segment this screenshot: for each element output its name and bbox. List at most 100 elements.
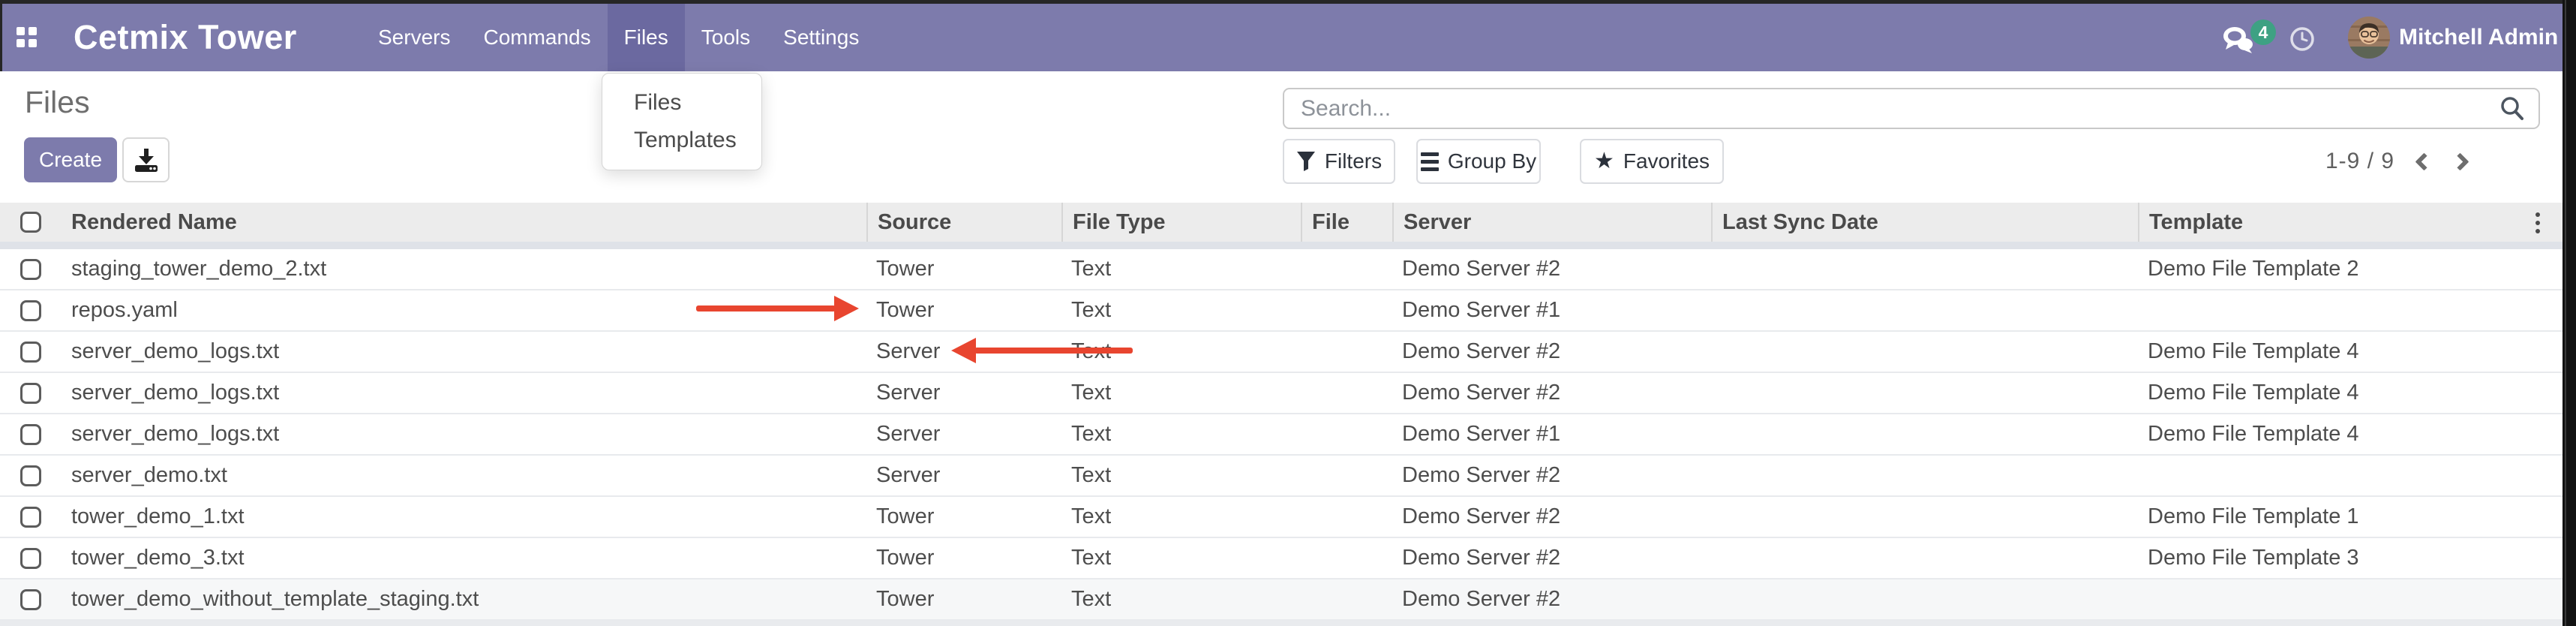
pager: 1-9 / 9	[2325, 139, 2480, 184]
cell-source: Server	[866, 373, 1061, 413]
brand-title: Cetmix Tower	[74, 4, 297, 71]
apps-grid-square	[17, 39, 25, 47]
row-checkbox[interactable]	[20, 383, 41, 404]
table-header: Rendered Name Source File Type File Serv…	[0, 203, 2562, 242]
cell-file-type: Text	[1061, 373, 1301, 413]
cell-rendered-name: server_demo_logs.txt	[62, 414, 866, 454]
table-row[interactable]: server_demo_logs.txt Server Text Demo Se…	[0, 373, 2562, 414]
files-dropdown-menu: Files Templates	[602, 73, 762, 170]
cell-file-type: Text	[1061, 414, 1301, 454]
pager-previous-button[interactable]	[2394, 139, 2435, 184]
cell-file	[1301, 497, 1392, 537]
table-row[interactable]: server_demo_logs.txt Server Text Demo Se…	[0, 332, 2562, 373]
table-row[interactable]: repos.yaml Tower Text Demo Server #1	[0, 290, 2562, 332]
cell-template: Demo File Template 3	[2138, 538, 2562, 578]
dropdown-item-templates[interactable]: Templates	[602, 122, 761, 159]
pager-next-button[interactable]	[2439, 139, 2480, 184]
cell-last-sync-date	[1711, 373, 2138, 413]
download-icon	[133, 146, 160, 173]
column-header-file[interactable]: File	[1301, 203, 1392, 242]
cell-last-sync-date	[1711, 538, 2138, 578]
user-name[interactable]: Mitchell Admin	[2399, 4, 2558, 71]
cell-template	[2138, 290, 2562, 330]
cell-last-sync-date	[1711, 249, 2138, 289]
row-checkbox[interactable]	[20, 259, 41, 280]
menu-item-tools[interactable]: Tools	[685, 4, 767, 71]
window-left-edge	[0, 0, 2, 71]
cell-server: Demo Server #1	[1392, 414, 1711, 454]
table-row[interactable]: staging_tower_demo_2.txt Tower Text Demo…	[0, 249, 2562, 290]
cell-source: Server	[866, 414, 1061, 454]
table-row[interactable]: tower_demo_1.txt Tower Text Demo Server …	[0, 497, 2562, 538]
cell-template	[2138, 579, 2562, 619]
cell-file	[1301, 332, 1392, 372]
menu-item-commands[interactable]: Commands	[467, 4, 607, 71]
column-header-file-type[interactable]: File Type	[1061, 203, 1301, 242]
control-panel: Files Create Filters	[0, 71, 2562, 203]
column-options-icon[interactable]	[2535, 212, 2540, 233]
cell-rendered-name: tower_demo_3.txt	[62, 538, 866, 578]
apps-grid-icon[interactable]	[17, 27, 37, 47]
menu-item-files[interactable]: Files	[608, 4, 685, 71]
apps-grid-square	[29, 27, 37, 35]
cell-server: Demo Server #2	[1392, 538, 1711, 578]
cell-template: Demo File Template 4	[2138, 414, 2562, 454]
cell-last-sync-date	[1711, 497, 2138, 537]
cell-last-sync-date	[1711, 332, 2138, 372]
row-checkbox[interactable]	[20, 424, 41, 445]
cell-last-sync-date	[1711, 290, 2138, 330]
row-checkbox[interactable]	[20, 507, 41, 528]
export-button[interactable]	[122, 137, 170, 182]
table-row[interactable]: tower_demo_without_template_staging.txt …	[0, 579, 2562, 621]
cell-file-type: Text	[1061, 538, 1301, 578]
cell-template: Demo File Template 1	[2138, 497, 2562, 537]
row-checkbox[interactable]	[20, 589, 41, 610]
group-by-button[interactable]: Group By	[1416, 139, 1541, 184]
apps-grid-square	[29, 39, 37, 47]
window-right-edge	[2562, 0, 2576, 626]
cell-server: Demo Server #2	[1392, 373, 1711, 413]
menu-item-settings[interactable]: Settings	[767, 4, 875, 71]
column-header-template[interactable]: Template	[2138, 203, 2562, 242]
cell-server: Demo Server #1	[1392, 290, 1711, 330]
group-by-label: Group By	[1448, 149, 1536, 173]
row-checkbox[interactable]	[20, 300, 41, 321]
cell-rendered-name: server_demo_logs.txt	[62, 373, 866, 413]
column-header-rendered-name[interactable]: Rendered Name	[62, 203, 866, 242]
main-menu: Servers Commands Files Tools Settings	[362, 4, 875, 71]
table-row[interactable]: server_demo_logs.txt Server Text Demo Se…	[0, 414, 2562, 456]
create-button[interactable]: Create	[24, 137, 117, 182]
row-checkbox[interactable]	[20, 548, 41, 569]
row-checkbox[interactable]	[20, 465, 41, 486]
favorites-label: Favorites	[1623, 149, 1710, 173]
user-avatar[interactable]	[2348, 17, 2390, 59]
cell-last-sync-date	[1711, 414, 2138, 454]
cell-source: Tower	[866, 538, 1061, 578]
dropdown-item-files[interactable]: Files	[602, 84, 761, 122]
search-icon[interactable]	[2498, 95, 2526, 127]
bottom-strip	[0, 621, 2562, 626]
cell-file	[1301, 538, 1392, 578]
activities-clock-icon[interactable]	[2289, 26, 2315, 56]
cell-file-type: Text	[1061, 290, 1301, 330]
cell-file-type: Text	[1061, 579, 1301, 619]
menu-item-servers[interactable]: Servers	[362, 4, 467, 71]
column-header-source[interactable]: Source	[866, 203, 1061, 242]
select-all-checkbox[interactable]	[20, 212, 41, 233]
cell-source: Tower	[866, 497, 1061, 537]
search-input[interactable]	[1283, 88, 2540, 129]
table-row[interactable]: server_demo.txt Server Text Demo Server …	[0, 456, 2562, 497]
favorites-button[interactable]: ★ Favorites	[1580, 139, 1724, 184]
cell-source: Tower	[866, 249, 1061, 289]
cell-server: Demo Server #2	[1392, 497, 1711, 537]
cell-file	[1301, 290, 1392, 330]
cell-template	[2138, 456, 2562, 495]
cell-file-type: Text	[1061, 249, 1301, 289]
column-header-server[interactable]: Server	[1392, 203, 1711, 242]
table-row[interactable]: tower_demo_3.txt Tower Text Demo Server …	[0, 538, 2562, 579]
filters-button[interactable]: Filters	[1283, 139, 1395, 184]
column-header-last-sync-date[interactable]: Last Sync Date	[1711, 203, 2138, 242]
cell-last-sync-date	[1711, 579, 2138, 619]
row-checkbox[interactable]	[20, 342, 41, 363]
cell-server: Demo Server #2	[1392, 332, 1711, 372]
